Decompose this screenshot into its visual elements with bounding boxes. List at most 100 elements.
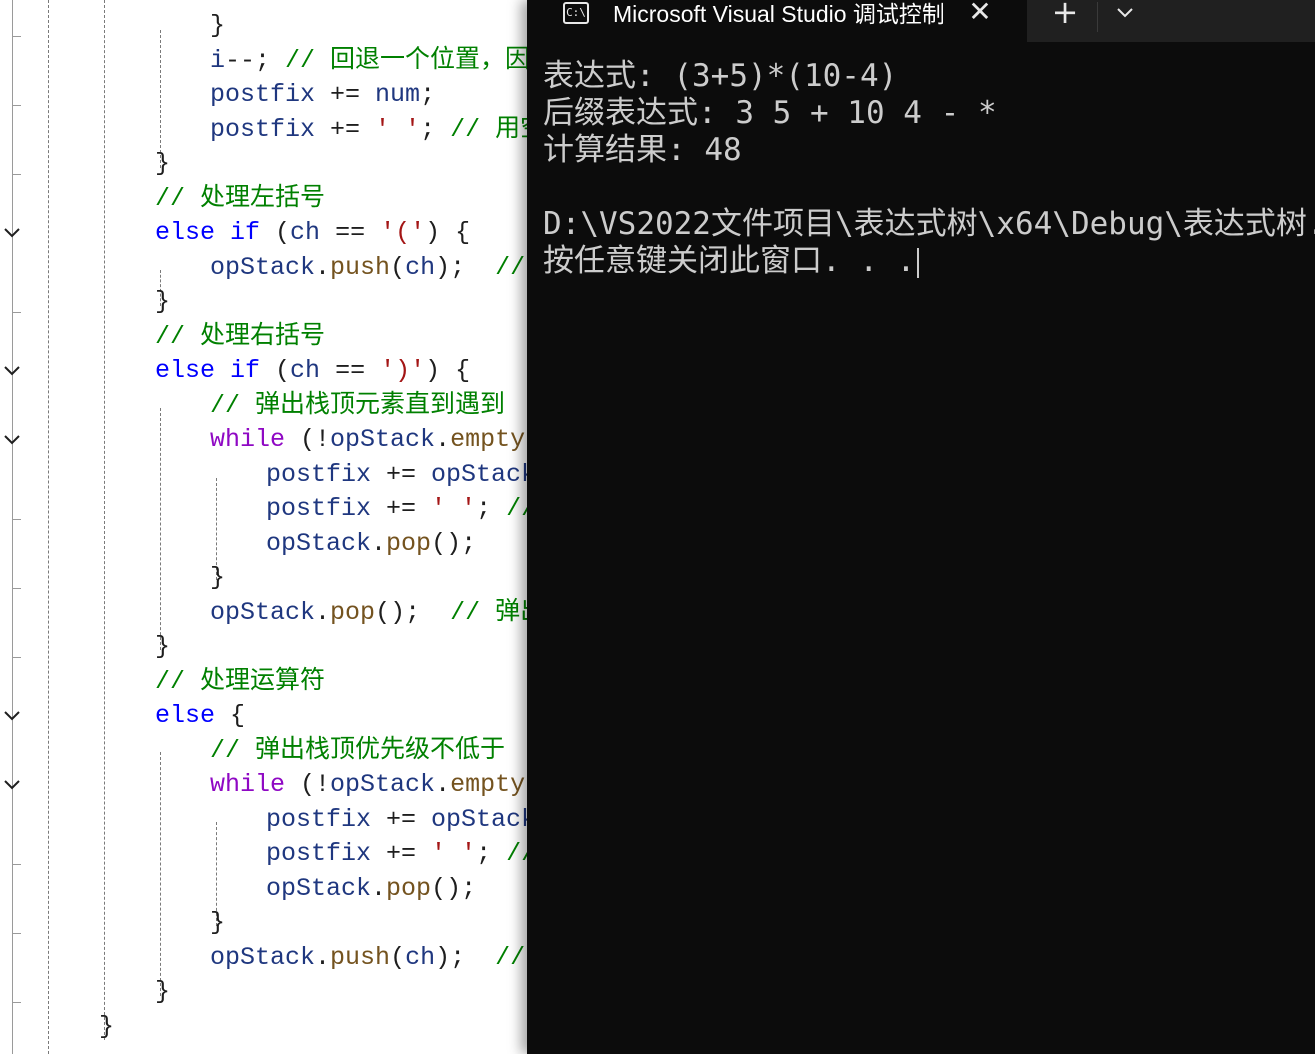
- code-token: (: [390, 252, 406, 282]
- code-token: else if: [155, 218, 261, 247]
- code-editor[interactable]: } i--; // 回退一个位置，因 postfix += num; postfix …: [0, 0, 530, 1054]
- code-token: +=: [371, 804, 432, 834]
- fold-chevron-icon[interactable]: [2, 226, 22, 240]
- debug-console-window[interactable]: C:\ Microsoft Visual Studio 调试控制台 ✕ + 表达…: [527, 0, 1315, 1054]
- console-tab[interactable]: C:\ Microsoft Visual Studio 调试控制台 ✕: [527, 0, 1027, 42]
- code-line[interactable]: i--; // 回退一个位置，因: [210, 44, 530, 78]
- code-line[interactable]: while (!opStack.empty(): [210, 423, 530, 457]
- code-line[interactable]: }: [155, 630, 170, 664]
- code-token: .: [315, 252, 331, 282]
- output-press-key-line: 按任意键关闭此窗口. . .: [543, 243, 1315, 280]
- code-token: }: [210, 563, 226, 592]
- code-token: opStack: [266, 528, 372, 558]
- new-tab-button[interactable]: +: [1047, 0, 1083, 28]
- code-token: opStack: [210, 597, 316, 627]
- fold-end-tick: [12, 1002, 21, 1003]
- code-token: ;: [476, 839, 507, 868]
- code-line[interactable]: // 弹出栈顶元素直到遇到: [210, 389, 505, 423]
- code-line[interactable]: postfix += ' '; // 用空: [210, 113, 530, 147]
- code-token: }: [210, 11, 226, 40]
- code-line[interactable]: opStack.pop();: [266, 872, 476, 906]
- code-token: opStack: [210, 942, 316, 972]
- code-token: (: [260, 218, 291, 247]
- code-line[interactable]: opStack.push(ch); // 当: [210, 941, 530, 975]
- code-line[interactable]: }: [99, 1010, 114, 1044]
- code-line[interactable]: }: [155, 975, 170, 1009]
- code-line[interactable]: else {: [155, 699, 245, 733]
- code-token: .: [315, 597, 331, 627]
- code-line[interactable]: opStack.pop();: [266, 527, 476, 561]
- fold-end-tick: [12, 36, 21, 37]
- output-result-line: 计算结果: 48: [543, 132, 742, 168]
- code-line[interactable]: postfix += opStack.: [266, 803, 530, 837]
- code-line[interactable]: }: [210, 9, 225, 43]
- code-line[interactable]: opStack.push(ch); // 左: [210, 251, 530, 285]
- code-line[interactable]: while (!opStack.empty(): [210, 768, 530, 802]
- code-token: ) {: [425, 356, 471, 385]
- chevron-down-icon: [1117, 8, 1133, 18]
- code-token: ) {: [425, 218, 471, 247]
- code-token: // 弹出栈顶元素直到遇到: [210, 390, 506, 420]
- code-token: }: [155, 149, 171, 178]
- output-blank-line: [543, 169, 1315, 206]
- code-token: .: [435, 425, 451, 454]
- code-token: opStack: [266, 873, 372, 903]
- dropdown-button[interactable]: [1111, 2, 1139, 24]
- code-line[interactable]: postfix += num;: [210, 78, 435, 112]
- code-token: opStack: [330, 770, 436, 799]
- code-line[interactable]: // 弹出栈顶优先级不低于: [210, 734, 505, 768]
- code-token: .: [315, 942, 331, 972]
- code-token: ch: [405, 942, 436, 972]
- output-exe-path-line: D:\VS2022文件项目\表达式树\x64\Debug\表达式树.exe: [543, 206, 1315, 242]
- code-token: );: [435, 942, 496, 972]
- console-icon: C:\: [563, 2, 589, 24]
- code-token: +=: [371, 839, 432, 868]
- code-line[interactable]: else if (ch == ')') {: [155, 354, 470, 388]
- code-token: .: [435, 770, 451, 799]
- code-token: );: [435, 252, 496, 282]
- code-token: .: [371, 873, 387, 903]
- code-line[interactable]: }: [155, 147, 170, 181]
- code-token: postfix: [266, 804, 372, 834]
- code-line[interactable]: // 处理运算符: [155, 665, 325, 699]
- code-token: ')': [380, 356, 426, 385]
- code-token: pop: [330, 597, 376, 627]
- fold-end-tick: [12, 105, 21, 106]
- code-token: opStack: [210, 252, 316, 282]
- code-line[interactable]: else if (ch == '(') {: [155, 216, 470, 250]
- indent-guide: [160, 408, 161, 650]
- code-token: }: [210, 908, 226, 937]
- close-tab-button[interactable]: ✕: [967, 0, 993, 26]
- code-token: i: [210, 45, 226, 75]
- code-token: ();: [431, 873, 477, 903]
- code-token: push: [330, 252, 391, 282]
- code-token: ==: [320, 218, 381, 247]
- code-token: empty: [450, 770, 526, 799]
- indent-guide: [104, 0, 105, 1040]
- fold-chevron-icon[interactable]: [2, 364, 22, 378]
- fold-chevron-icon[interactable]: [2, 433, 22, 447]
- code-line[interactable]: }: [155, 285, 170, 319]
- code-token: +=: [315, 80, 376, 109]
- code-line[interactable]: postfix += opStack.: [266, 458, 530, 492]
- code-line[interactable]: }: [210, 906, 225, 940]
- fold-end-tick: [12, 174, 21, 175]
- code-line[interactable]: // 处理左括号: [155, 182, 325, 216]
- code-token: num: [375, 80, 421, 109]
- code-line[interactable]: postfix += ' '; //: [266, 837, 530, 871]
- code-token: // 用空: [450, 114, 530, 144]
- fold-chevron-icon[interactable]: [2, 778, 22, 792]
- fold-end-tick: [12, 588, 21, 589]
- code-token: else if: [155, 356, 261, 385]
- code-line[interactable]: postfix += ' '; //: [266, 492, 530, 526]
- code-line[interactable]: opStack.pop(); // 弹出: [210, 596, 530, 630]
- code-line[interactable]: }: [210, 561, 225, 595]
- code-line[interactable]: // 处理右括号: [155, 320, 325, 354]
- code-token: // 当: [495, 942, 526, 972]
- code-token: (: [390, 942, 406, 972]
- console-output[interactable]: 表达式: (3+5)*(10-4) 后缀表达式: 3 5 + 10 4 - * …: [543, 58, 1315, 280]
- fold-chevron-icon[interactable]: [2, 709, 22, 723]
- code-token: --;: [225, 45, 286, 75]
- code-token: postfix: [266, 459, 372, 489]
- code-token: ch: [290, 218, 321, 247]
